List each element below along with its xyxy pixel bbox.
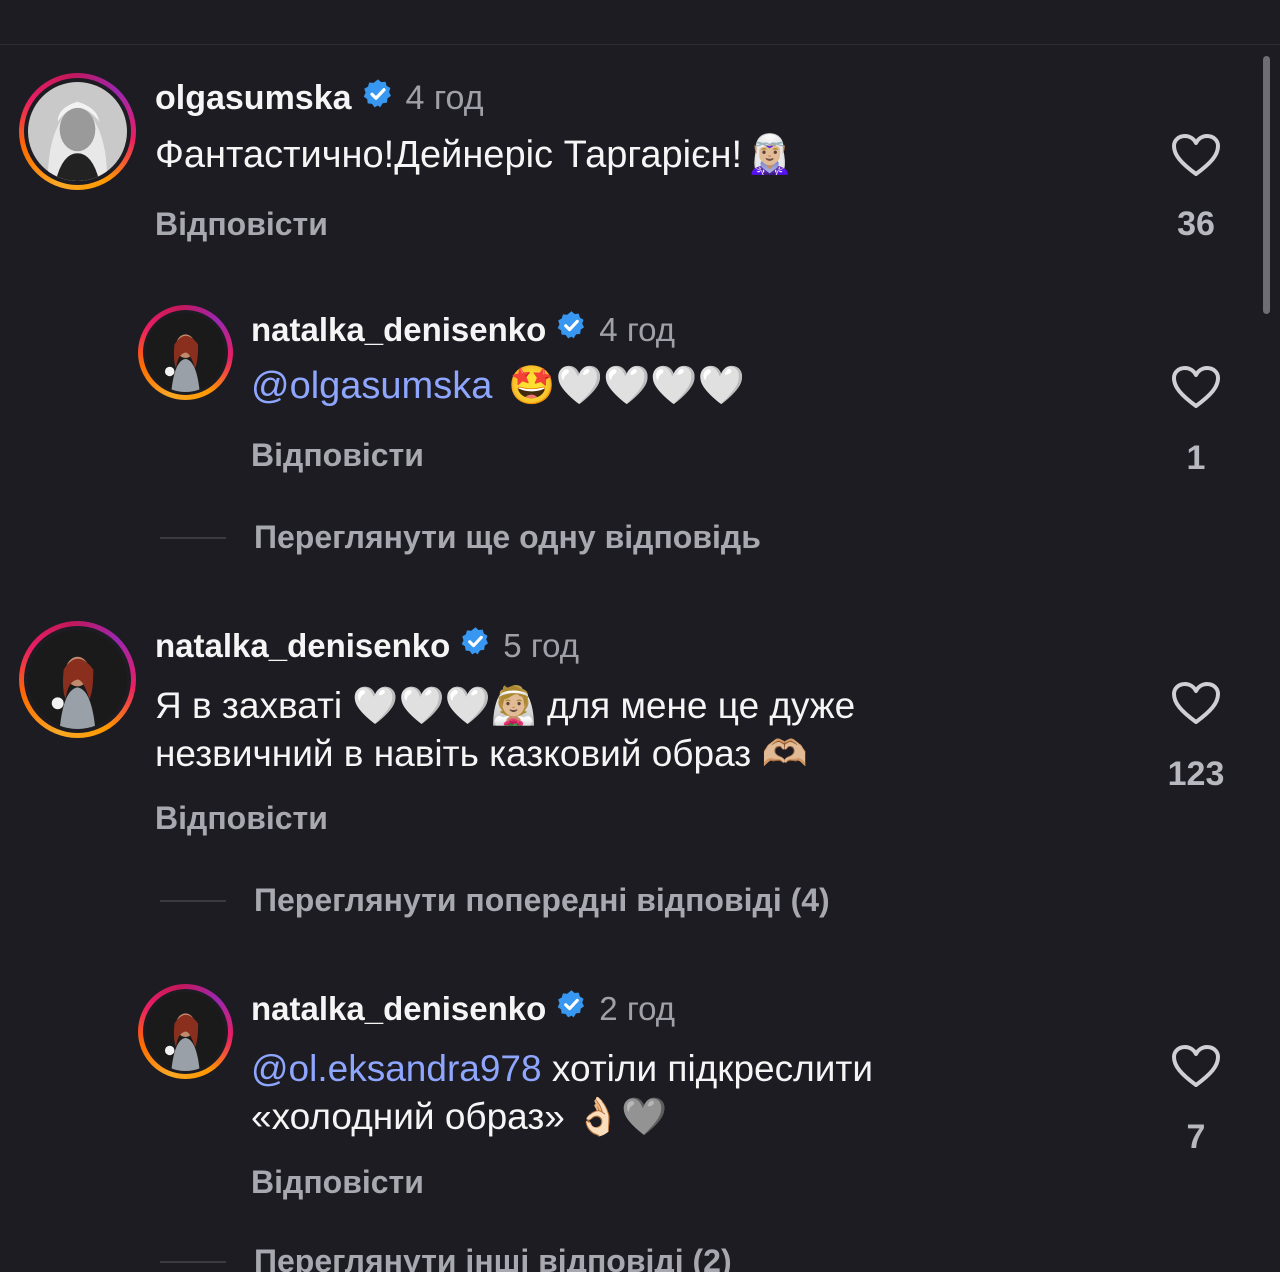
verified-badge-icon (460, 626, 491, 665)
verified-badge-icon (362, 78, 394, 119)
username[interactable]: olgasumska (155, 79, 352, 118)
heart-icon[interactable] (1171, 365, 1221, 409)
like-group: 36 (1160, 133, 1232, 244)
avatar[interactable] (138, 984, 233, 1079)
username[interactable]: natalka_denisenko (251, 311, 546, 349)
reply-button[interactable]: Відповісти (251, 1164, 424, 1201)
like-count: 36 (1177, 205, 1215, 243)
avatar-woman-armor-icon (146, 992, 225, 1071)
scrollbar[interactable] (1263, 56, 1270, 314)
username[interactable]: natalka_denisenko (155, 627, 450, 665)
comment-meta: natalka_denisenko 2 год (251, 989, 675, 1028)
avatar[interactable] (138, 305, 233, 400)
avatar-woman-armor-icon (146, 313, 225, 392)
mention-link[interactable]: @ol.eksandra978 (251, 1048, 542, 1089)
comment-meta: olgasumska 4 год (155, 78, 484, 119)
comment-text: Я в захваті 🤍🤍🤍👰🏼 для мене це дуже незви… (155, 682, 855, 778)
view-more-label: Переглянути попередні відповіді (4) (254, 882, 830, 918)
view-more-replies[interactable]: Переглянути ще одну відповідь (160, 519, 761, 556)
timestamp: 4 год (405, 79, 484, 117)
verified-badge-icon (556, 989, 587, 1028)
comment-body: Фантастично!Дейнеріс Таргарієн! (155, 134, 743, 176)
timestamp: 4 год (599, 310, 676, 348)
comments-screen: olgasumska 4 год Фантастично!Дейнеріс Та… (0, 0, 1280, 1272)
top-divider (0, 44, 1280, 45)
elf-emoji: 🧝🏼‍♀️ (746, 134, 794, 176)
verified-badge-icon (556, 310, 587, 349)
avatar-woman-armor-icon (28, 630, 127, 729)
comment-text: @ol.eksandra978 хотіли підкреслити «холо… (251, 1045, 873, 1141)
timestamp: 5 год (503, 626, 580, 664)
reply-button[interactable]: Відповісти (155, 800, 328, 837)
divider-line (160, 536, 226, 539)
comment-line: Я в захваті 🤍🤍🤍👰🏼 для мене це дуже (155, 685, 856, 726)
emoji-sequence: 🤩🤍🤍🤍🤍 (508, 365, 745, 407)
heart-icon[interactable] (1171, 1044, 1221, 1088)
like-group: 1 (1160, 365, 1232, 478)
divider-line (160, 1260, 226, 1263)
view-more-label: Переглянути інші відповіді (2) (254, 1243, 732, 1272)
divider-line (160, 899, 226, 902)
like-group: 7 (1160, 1044, 1232, 1157)
username[interactable]: natalka_denisenko (251, 990, 546, 1028)
like-count: 123 (1167, 755, 1225, 793)
view-other-replies[interactable]: Переглянути інші відповіді (2) (160, 1243, 732, 1272)
avatar-blonde-woman-icon (28, 82, 127, 181)
reply-button[interactable]: Відповісти (155, 206, 328, 243)
mention-link[interactable]: @olgasumska (251, 365, 492, 407)
view-previous-replies[interactable]: Переглянути попередні відповіді (4) (160, 882, 830, 919)
comment-body: хотіли підкреслити (541, 1048, 873, 1089)
like-group: 123 (1155, 681, 1237, 794)
comment-line: незвичний в навіть казковий образ 🫶🏼 (155, 733, 808, 774)
heart-icon[interactable] (1171, 133, 1221, 177)
comment-meta: natalka_denisenko 4 год (251, 310, 675, 349)
comment-text: Фантастично!Дейнеріс Таргарієн! 🧝🏼‍♀️ (155, 133, 793, 177)
heart-icon[interactable] (1171, 681, 1221, 725)
timestamp: 2 год (599, 989, 676, 1027)
comment-line: «холодний образ» 👌🏻🩶 (251, 1096, 668, 1137)
view-more-label: Переглянути ще одну відповідь (254, 519, 761, 555)
comment-text: @olgasumska 🤩🤍🤍🤍🤍 (251, 364, 745, 408)
like-count: 7 (1186, 1118, 1206, 1156)
reply-button[interactable]: Відповісти (251, 437, 424, 474)
avatar[interactable] (19, 621, 136, 738)
avatar[interactable] (19, 73, 136, 190)
comment-meta: natalka_denisenko 5 год (155, 626, 579, 665)
like-count: 1 (1186, 439, 1206, 477)
